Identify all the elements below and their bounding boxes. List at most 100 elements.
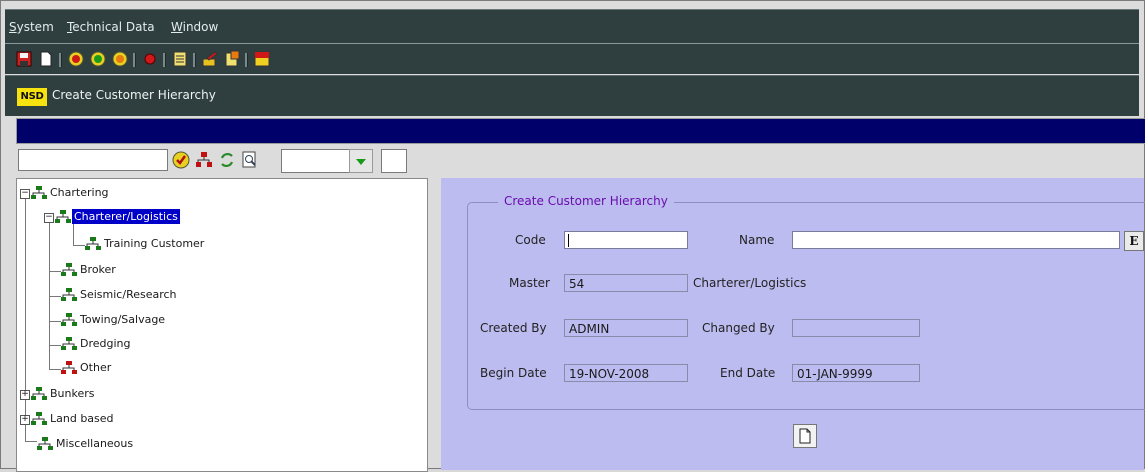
tree-node-broker[interactable]: Broker xyxy=(61,261,118,279)
next-record-icon[interactable] xyxy=(111,50,129,68)
tree-node-bunkers[interactable]: Bunkers xyxy=(31,385,97,403)
code-field[interactable] xyxy=(564,231,688,249)
list-icon[interactable] xyxy=(171,50,189,68)
edit-icon[interactable] xyxy=(201,50,219,68)
hierarchy-node-red-icon xyxy=(61,361,77,374)
tree-node-label: Charterer/Logistics xyxy=(72,209,180,224)
tree-node-label: Chartering xyxy=(50,186,109,199)
toolbar-separator xyxy=(133,53,136,67)
hierarchy-node-icon xyxy=(31,412,47,425)
level-input[interactable] xyxy=(281,149,353,173)
tree-node-label: Other xyxy=(80,361,112,374)
dropdown-arrow-icon xyxy=(356,159,366,165)
end-date-value: 01-JAN-9999 xyxy=(797,367,873,381)
tree-line xyxy=(49,296,61,297)
extra-input[interactable] xyxy=(381,149,407,173)
refresh-icon[interactable] xyxy=(217,150,237,170)
new-document-icon xyxy=(799,428,811,444)
collapse-toggle[interactable]: − xyxy=(44,213,54,223)
toolbar-separator xyxy=(193,53,196,67)
tree-line xyxy=(49,345,61,346)
customer-hierarchy-tree: − − + + Chartering Charterer/Logistics T… xyxy=(16,178,428,472)
code-label: Code xyxy=(515,233,546,247)
menu-bar: System Technical Data Window xyxy=(5,9,1139,44)
checkmark-icon[interactable] xyxy=(171,150,191,170)
master-field: 54 xyxy=(564,274,688,292)
tree-node-land-based[interactable]: Land based xyxy=(31,410,116,428)
begin-date-field[interactable]: 19-NOV-2008 xyxy=(564,364,688,382)
tree-node-chartering[interactable]: Chartering xyxy=(31,184,111,202)
preview-icon[interactable] xyxy=(240,150,260,170)
master-description: Charterer/Logistics xyxy=(693,276,807,290)
menu-technical-data[interactable]: Technical Data xyxy=(67,20,155,34)
tree-node-other[interactable]: Other xyxy=(61,359,113,377)
end-date-field[interactable]: 01-JAN-9999 xyxy=(792,364,920,382)
begin-date-label: Begin Date xyxy=(480,366,547,380)
tree-node-label: Miscellaneous xyxy=(56,437,134,450)
expand-toggle[interactable]: + xyxy=(20,390,30,400)
hierarchy-node-icon xyxy=(85,237,101,250)
window-title: Create Customer Hierarchy xyxy=(52,88,216,102)
tree-node-label: Land based xyxy=(50,412,114,425)
new-record-button[interactable] xyxy=(793,424,817,448)
begin-date-value: 19-NOV-2008 xyxy=(569,367,650,381)
tree-node-miscellaneous[interactable]: Miscellaneous xyxy=(37,435,135,453)
toolbar-separator xyxy=(245,53,248,67)
hierarchy-node-icon xyxy=(61,313,77,326)
expand-toggle[interactable]: + xyxy=(20,415,30,425)
tree-node-training-customer[interactable]: Training Customer xyxy=(85,235,206,253)
tree-node-label: Dredging xyxy=(80,337,131,350)
hierarchy-icon[interactable] xyxy=(194,150,214,170)
tree-node-label: Seismic/Research xyxy=(80,288,177,301)
previous-record-icon[interactable] xyxy=(89,50,107,68)
collapse-toggle[interactable]: − xyxy=(20,189,30,199)
tree-line xyxy=(73,223,74,245)
status-bar xyxy=(16,118,1145,144)
tree-line xyxy=(49,321,61,322)
changed-by-label: Changed By xyxy=(702,321,775,335)
hierarchy-node-icon xyxy=(37,437,53,450)
created-by-value: ADMIN xyxy=(569,322,610,336)
tree-line xyxy=(25,197,26,441)
tree-node-charterer-logistics[interactable]: Charterer/Logistics xyxy=(55,208,180,226)
tree-search-bar xyxy=(16,147,1144,175)
tree-line xyxy=(25,441,37,442)
window-title-bar: NSD Create Customer Hierarchy xyxy=(5,75,1139,116)
stop-icon[interactable] xyxy=(141,50,159,68)
application-frame: System Technical Data Window NSD Create … xyxy=(0,0,1145,472)
created-by-label: Created By xyxy=(480,321,547,335)
tree-node-label: Bunkers xyxy=(50,387,95,400)
menu-window[interactable]: Window xyxy=(171,20,218,34)
changed-by-field xyxy=(792,319,920,337)
form-panel: Create Customer Hierarchy Code Name E Ma… xyxy=(441,178,1145,470)
tree-node-label: Training Customer xyxy=(104,237,205,250)
attach-icon[interactable] xyxy=(223,50,241,68)
level-dropdown[interactable] xyxy=(349,149,373,173)
hierarchy-node-icon xyxy=(31,186,47,199)
hierarchy-node-icon xyxy=(61,288,77,301)
nsd-logo: NSD xyxy=(17,88,47,106)
tree-node-seismic-research[interactable]: Seismic/Research xyxy=(61,286,179,304)
tree-node-towing-salvage[interactable]: Towing/Salvage xyxy=(61,311,167,329)
tree-search-input[interactable] xyxy=(18,149,168,171)
exit-icon[interactable] xyxy=(253,50,271,68)
master-value: 54 xyxy=(569,277,585,291)
tree-node-label: Towing/Salvage xyxy=(80,313,166,326)
hierarchy-node-icon xyxy=(31,387,47,400)
name-field[interactable] xyxy=(792,231,1120,249)
group-title: Create Customer Hierarchy xyxy=(498,194,674,208)
tree-node-dredging[interactable]: Dredging xyxy=(61,335,133,353)
create-hierarchy-group: Create Customer Hierarchy Code Name E Ma… xyxy=(467,194,1145,410)
menu-system[interactable]: System xyxy=(9,20,54,34)
save-icon[interactable] xyxy=(15,50,33,68)
name-editor-button[interactable]: E xyxy=(1124,231,1144,251)
new-document-icon[interactable] xyxy=(37,50,55,68)
toolbar xyxy=(5,43,1139,74)
tree-line xyxy=(73,245,85,246)
hierarchy-node-icon xyxy=(61,337,77,350)
toolbar-separator xyxy=(163,53,166,67)
text-cursor xyxy=(568,234,569,247)
created-by-field: ADMIN xyxy=(564,319,688,337)
first-record-icon[interactable] xyxy=(67,50,85,68)
tree-line xyxy=(49,369,61,370)
